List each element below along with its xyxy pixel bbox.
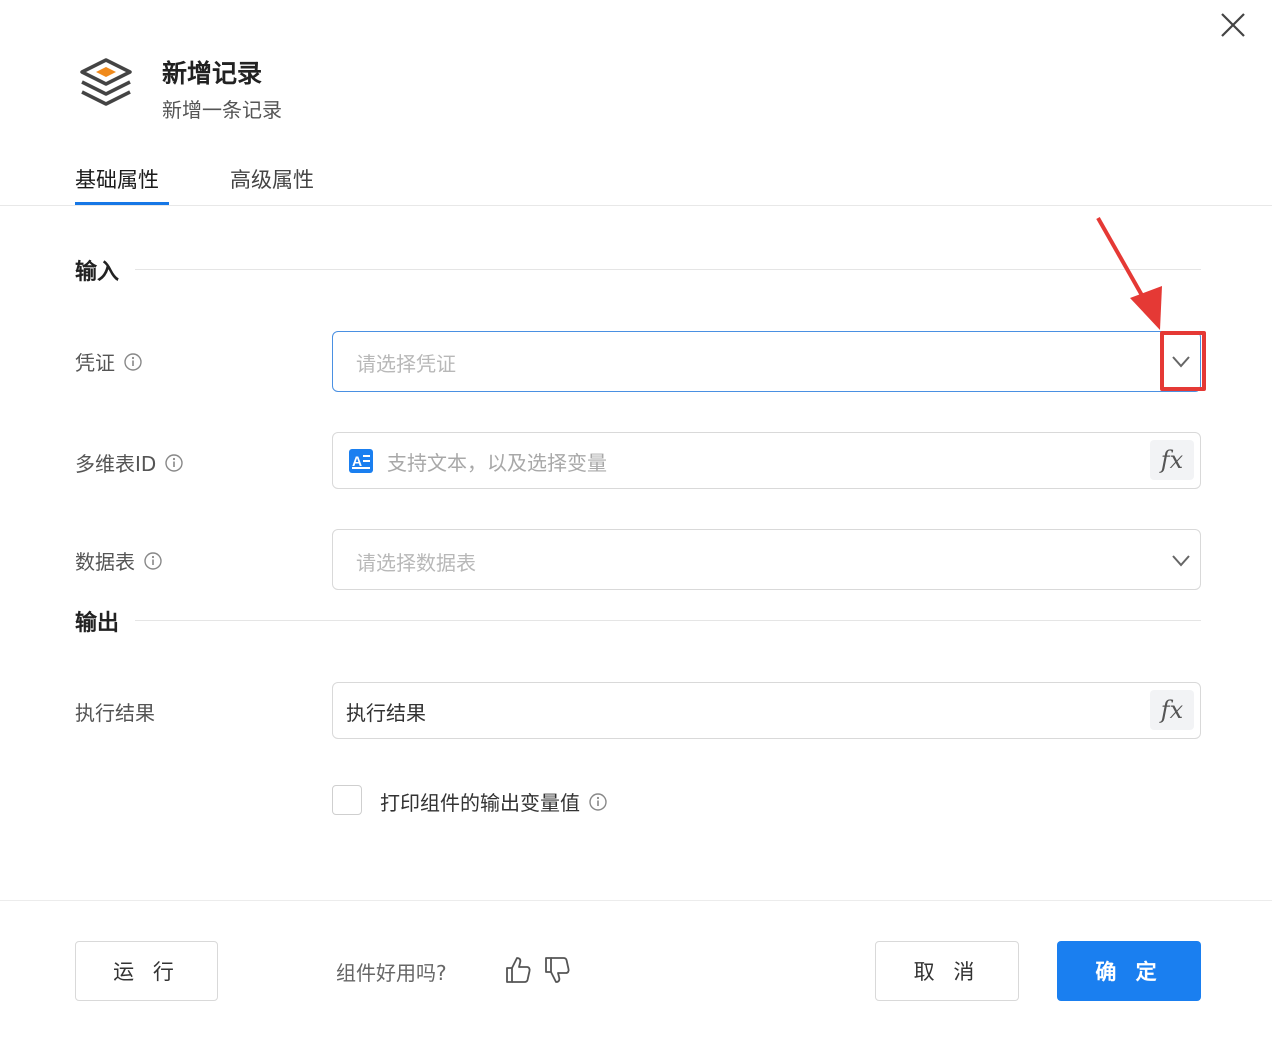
tab-advanced-properties[interactable]: 高级属性 (230, 164, 314, 194)
data-table-label: 数据表 (75, 550, 135, 574)
data-table-select[interactable]: 请选择数据表 (332, 529, 1201, 590)
output-section-title: 输出 (75, 605, 130, 637)
fx-button[interactable]: fx (1150, 440, 1194, 480)
print-output-label-row: 打印组件的输出变量值 (380, 787, 608, 816)
data-table-placeholder: 请选择数据表 (356, 551, 476, 575)
credential-label-row: 凭证 (75, 347, 143, 376)
result-value: 执行结果 (346, 701, 426, 725)
table-id-label: 多维表ID (75, 452, 157, 476)
output-section-header: 输出 (75, 605, 1201, 637)
result-label: 执行结果 (75, 701, 155, 725)
table-id-input[interactable]: A 支持文本，以及选择变量 fx (332, 432, 1201, 489)
credential-placeholder: 请选择凭证 (356, 352, 456, 376)
chevron-down-icon[interactable] (1169, 548, 1193, 572)
data-table-label-row: 数据表 (75, 546, 163, 575)
cancel-button[interactable]: 取 消 (875, 941, 1019, 1001)
info-icon (124, 352, 142, 371)
print-output-checkbox[interactable] (332, 785, 362, 815)
svg-text:A: A (352, 453, 362, 469)
tab-basic-properties[interactable]: 基础属性 (75, 164, 159, 194)
result-input[interactable]: 执行结果 fx (332, 682, 1201, 739)
text-type-icon: A (349, 449, 373, 473)
input-section-title: 输入 (75, 254, 130, 286)
info-icon (144, 551, 162, 570)
input-section-header: 输入 (75, 254, 1201, 286)
table-id-placeholder: 支持文本，以及选择变量 (387, 451, 607, 475)
close-button[interactable] (1216, 8, 1250, 42)
info-icon (589, 792, 607, 811)
credential-select[interactable]: 请选择凭证 (332, 331, 1201, 392)
close-icon (1221, 13, 1245, 37)
print-output-label: 打印组件的输出变量值 (380, 791, 580, 815)
tab-bar: 基础属性 高级属性 (0, 160, 1272, 206)
confirm-button[interactable]: 确 定 (1057, 941, 1201, 1001)
feedback-prompt: 组件好用吗? (336, 961, 447, 985)
active-tab-indicator (75, 202, 169, 205)
table-id-label-row: 多维表ID (75, 448, 184, 477)
annotation-highlight-box (1160, 331, 1206, 391)
thumbs-down-icon[interactable] (543, 955, 571, 985)
fx-button[interactable]: fx (1150, 690, 1194, 730)
info-icon (165, 453, 184, 472)
section-divider (135, 620, 1201, 621)
footer-divider (0, 900, 1272, 901)
result-label-row: 执行结果 (75, 697, 155, 726)
credential-label: 凭证 (75, 351, 115, 375)
thumbs-up-icon[interactable] (504, 955, 532, 985)
layers-icon (80, 58, 132, 106)
annotation-arrow (1096, 217, 1162, 330)
dialog-title: 新增记录 (162, 59, 263, 88)
section-divider (135, 269, 1201, 270)
dialog-header: 新增记录 新增一条记录 (78, 52, 478, 128)
dialog-subtitle: 新增一条记录 (162, 98, 282, 122)
run-button[interactable]: 运 行 (75, 941, 218, 1001)
